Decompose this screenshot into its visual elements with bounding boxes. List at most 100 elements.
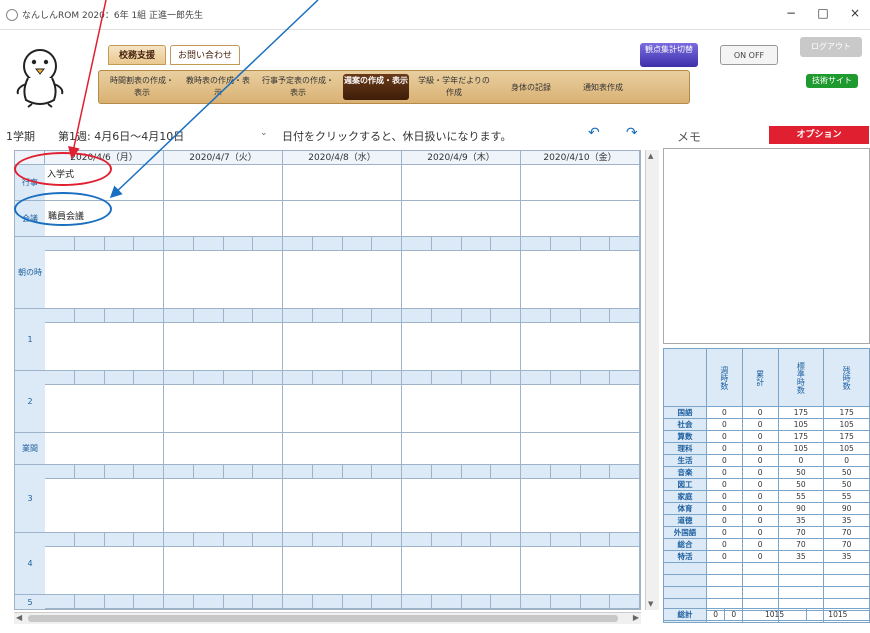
subject-slot[interactable] (253, 595, 283, 609)
lesson-cell[interactable] (402, 547, 521, 595)
subject-slot[interactable] (312, 533, 343, 547)
subject-slot[interactable] (342, 309, 373, 323)
nav-body-record[interactable]: 身体の記録 (499, 74, 563, 100)
subject-slot[interactable] (134, 371, 164, 385)
subject-slot[interactable] (402, 465, 432, 479)
subject-slot[interactable] (521, 465, 551, 479)
subject-slot[interactable] (45, 237, 75, 251)
lesson-cell[interactable] (45, 479, 164, 533)
lesson-cell[interactable] (402, 385, 521, 433)
subject-slot[interactable] (402, 533, 432, 547)
subject-slot[interactable] (342, 465, 373, 479)
subject-slot[interactable] (431, 309, 462, 323)
subject-slot[interactable] (193, 237, 224, 251)
lesson-cell[interactable] (164, 323, 283, 371)
subject-slot[interactable] (223, 371, 254, 385)
subject-slot[interactable] (550, 371, 581, 385)
subject-slot[interactable] (164, 465, 194, 479)
lesson-cell[interactable] (164, 479, 283, 533)
subject-slot[interactable] (431, 595, 462, 609)
lesson-cell[interactable] (521, 323, 640, 371)
subject-slot[interactable] (521, 309, 551, 323)
subject-slot[interactable] (610, 533, 640, 547)
subject-slot[interactable] (253, 309, 283, 323)
lesson-cell[interactable] (164, 433, 283, 465)
lesson-cell[interactable] (45, 251, 164, 309)
subject-slot[interactable] (104, 371, 135, 385)
lesson-cell[interactable] (164, 547, 283, 595)
subject-slot[interactable] (283, 595, 313, 609)
lesson-cell[interactable] (521, 251, 640, 309)
subject-slot[interactable] (312, 309, 343, 323)
subject-slot[interactable] (491, 465, 521, 479)
subject-slot[interactable] (610, 371, 640, 385)
onoff-button[interactable]: ON OFF (720, 45, 778, 65)
subject-slot[interactable] (283, 371, 313, 385)
subject-slot[interactable] (253, 533, 283, 547)
meeting-cell[interactable] (402, 201, 521, 237)
subject-slot[interactable] (193, 465, 224, 479)
subject-slot[interactable] (431, 371, 462, 385)
lesson-cell[interactable] (45, 547, 164, 595)
nav-timetable[interactable]: 時間割表の作成・表示 (107, 74, 177, 100)
logout-button[interactable]: ログアウト (800, 37, 862, 57)
scroll-left-icon[interactable]: ◀ (16, 613, 22, 622)
subject-slot[interactable] (134, 237, 164, 251)
subject-slot[interactable] (491, 237, 521, 251)
subject-slot[interactable] (193, 371, 224, 385)
subject-slot[interactable] (74, 595, 105, 609)
subject-slot[interactable] (402, 309, 432, 323)
day-header[interactable]: 2020/4/9（木） (402, 151, 521, 165)
subject-slot[interactable] (580, 371, 611, 385)
lesson-cell[interactable] (521, 433, 640, 465)
subject-slot[interactable] (402, 371, 432, 385)
day-header[interactable]: 2020/4/8（水） (283, 151, 402, 165)
subject-slot[interactable] (461, 371, 492, 385)
subject-slot[interactable] (372, 465, 402, 479)
subject-slot[interactable] (164, 533, 194, 547)
subject-slot[interactable] (580, 533, 611, 547)
memo-area[interactable] (663, 148, 870, 344)
subject-slot[interactable] (312, 237, 343, 251)
subject-slot[interactable] (610, 595, 640, 609)
lesson-cell[interactable] (164, 251, 283, 309)
subject-slot[interactable] (402, 237, 432, 251)
subject-slot[interactable] (521, 237, 551, 251)
minimize-button[interactable]: − (776, 6, 806, 24)
subject-slot[interactable] (610, 237, 640, 251)
lesson-cell[interactable] (521, 609, 640, 610)
subject-slot[interactable] (610, 309, 640, 323)
subject-slot[interactable] (223, 465, 254, 479)
event-cell[interactable] (402, 165, 521, 201)
subject-slot[interactable] (283, 533, 313, 547)
subject-slot[interactable] (550, 533, 581, 547)
subject-slot[interactable] (342, 533, 373, 547)
subject-slot[interactable] (312, 465, 343, 479)
undo-icon[interactable]: ↶ (588, 125, 600, 141)
subject-slot[interactable] (223, 595, 254, 609)
subject-slot[interactable] (45, 465, 75, 479)
subject-slot[interactable] (521, 371, 551, 385)
lesson-cell[interactable] (402, 251, 521, 309)
subject-slot[interactable] (461, 595, 492, 609)
lesson-cell[interactable] (164, 609, 283, 610)
subject-slot[interactable] (283, 237, 313, 251)
lesson-cell[interactable] (283, 547, 402, 595)
subject-slot[interactable] (461, 465, 492, 479)
subject-slot[interactable] (45, 309, 75, 323)
lesson-cell[interactable] (164, 385, 283, 433)
subject-slot[interactable] (164, 309, 194, 323)
subject-slot[interactable] (193, 595, 224, 609)
meeting-cell[interactable] (164, 201, 283, 237)
subject-slot[interactable] (431, 237, 462, 251)
subject-slot[interactable] (550, 595, 581, 609)
subject-slot[interactable] (193, 309, 224, 323)
subject-slot[interactable] (580, 465, 611, 479)
lesson-cell[interactable] (45, 385, 164, 433)
subject-slot[interactable] (342, 237, 373, 251)
subject-slot[interactable] (580, 595, 611, 609)
tab-inquiry[interactable]: お問い合わせ (170, 45, 240, 65)
subject-slot[interactable] (193, 533, 224, 547)
subject-slot[interactable] (461, 237, 492, 251)
subject-slot[interactable] (74, 309, 105, 323)
